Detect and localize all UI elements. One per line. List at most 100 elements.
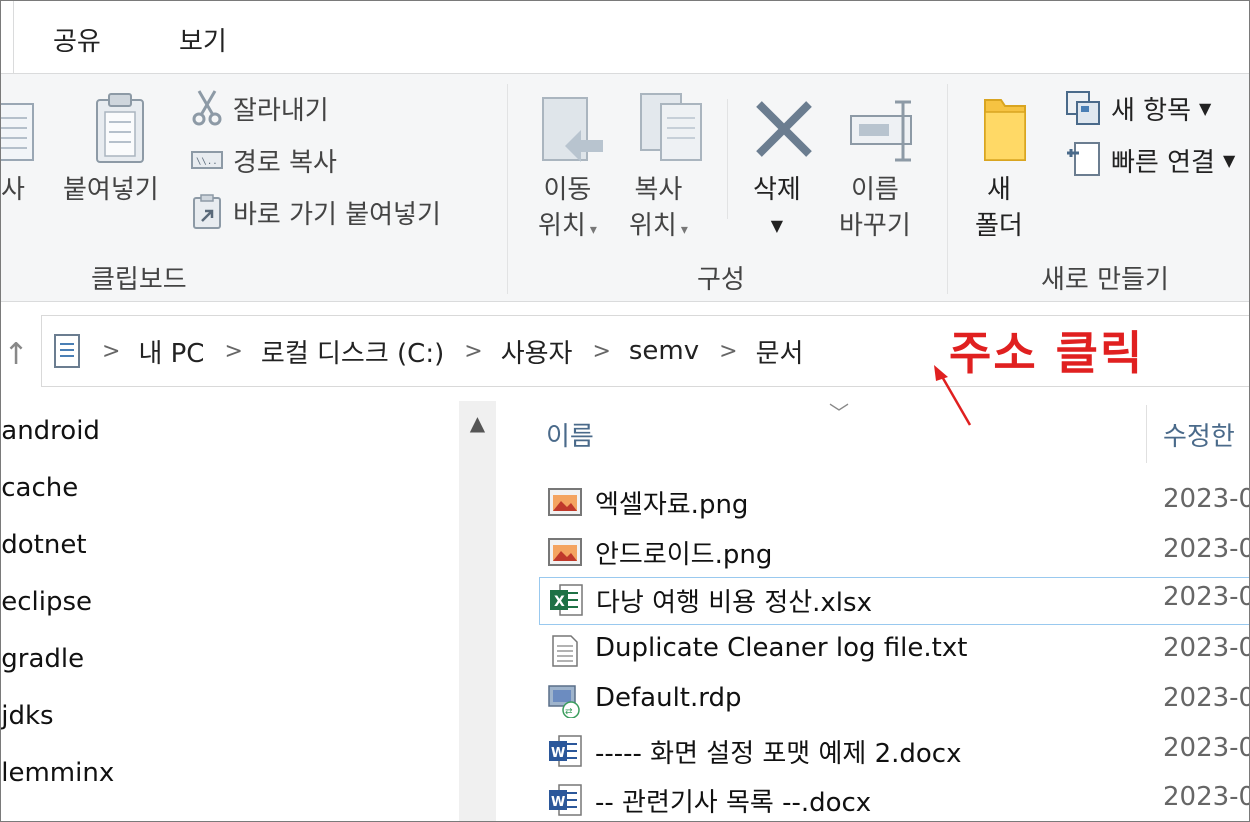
easy-access-button[interactable]: 빠른 연결 ▼ bbox=[1065, 140, 1235, 180]
tree-item-dotnet[interactable]: .dotnet bbox=[1, 530, 87, 560]
tree-item-cache[interactable]: .cache bbox=[1, 473, 78, 503]
breadcrumb: > 내 PC > 로컬 디스크 (C:) > 사용자 > semv > 문서 bbox=[52, 328, 803, 374]
tree-item-eclipse[interactable]: .eclipse bbox=[1, 587, 92, 617]
chevron-right-icon[interactable]: > bbox=[224, 339, 242, 364]
tree-item-gradle[interactable]: .gradle bbox=[1, 644, 84, 674]
new-folder-label: 새 폴더 bbox=[975, 172, 1023, 244]
copy-icon bbox=[1, 103, 34, 161]
chevron-right-icon[interactable]: > bbox=[464, 339, 482, 364]
organize-group-label: 구성 bbox=[697, 265, 745, 295]
chevron-down-icon: ▼ bbox=[770, 216, 784, 235]
paste-label: 붙여넣기 bbox=[63, 175, 159, 205]
tab-share[interactable]: 공유 bbox=[53, 21, 101, 58]
tab-view[interactable]: 보기 bbox=[179, 21, 227, 58]
copy-to-label: 복사 위치 ▾ bbox=[629, 172, 688, 248]
new-item-icon bbox=[1066, 91, 1100, 125]
breadcrumb-user-folder[interactable]: semv bbox=[629, 336, 699, 366]
breadcrumb-documents[interactable]: 문서 bbox=[756, 333, 804, 370]
file-date: 2023-0 bbox=[1163, 683, 1250, 713]
sort-chevron-icon[interactable]: ﹀ bbox=[829, 397, 849, 426]
annotation-label: 주소 클릭 bbox=[949, 326, 1145, 380]
svg-text:\\..: \\.. bbox=[196, 157, 218, 167]
chevron-right-icon[interactable]: > bbox=[719, 339, 737, 364]
rdp-file-icon: ⇄ bbox=[548, 685, 580, 718]
tree-item-lemminx[interactable]: .lemminx bbox=[1, 758, 114, 788]
copy-path-button[interactable]: \\.. 경로 복사 bbox=[191, 140, 337, 180]
file-row[interactable]: W -- 관련기사 목록 --.docx 2023-0 bbox=[539, 777, 1250, 821]
chevron-down-icon: ▼ bbox=[1222, 150, 1236, 170]
svg-text:W: W bbox=[551, 795, 565, 810]
image-file-icon bbox=[548, 488, 582, 516]
ribbon-separator bbox=[947, 84, 948, 294]
file-row-selected[interactable]: X 다낭 여행 비용 정산.xlsx 2023-0 bbox=[539, 577, 1250, 625]
easy-access-label: 빠른 연결 bbox=[1111, 147, 1215, 178]
word-file-icon: W bbox=[549, 784, 582, 816]
column-header-date[interactable]: 수정한 bbox=[1163, 416, 1235, 453]
breadcrumb-users[interactable]: 사용자 bbox=[501, 333, 573, 370]
column-divider[interactable] bbox=[1146, 405, 1147, 463]
column-header-name[interactable]: 이름 bbox=[546, 416, 594, 453]
document-location-icon bbox=[54, 334, 80, 368]
up-arrow-icon[interactable]: ↑ bbox=[1, 329, 31, 379]
file-name: -- 관련기사 목록 --.docx bbox=[595, 788, 872, 818]
ribbon-separator bbox=[727, 99, 728, 219]
annotation-arrow-icon bbox=[934, 365, 972, 426]
navigation-scrollbar[interactable]: ▲ bbox=[459, 401, 496, 821]
chevron-down-icon: ▾ bbox=[589, 222, 597, 238]
scroll-up-icon[interactable]: ▲ bbox=[459, 411, 496, 441]
ribbon: 사 붙여넣기 잘라내기 \\.. 경로 복사 바로 가기 붙여넣기 클립보드 이… bbox=[1, 74, 1249, 302]
scissors-icon bbox=[192, 90, 222, 126]
file-row[interactable]: ⇄ Default.rdp 2023-0 bbox=[539, 678, 1250, 724]
image-file-icon bbox=[548, 538, 582, 566]
file-date: 2023-0 bbox=[1163, 534, 1250, 564]
file-date: 2023-0 bbox=[1163, 484, 1250, 514]
copy-to-line2: 위치 bbox=[629, 211, 677, 241]
breadcrumb-this-pc[interactable]: 내 PC bbox=[138, 333, 204, 370]
breadcrumb-local-disk[interactable]: 로컬 디스크 (C:) bbox=[261, 333, 444, 370]
move-to-icon bbox=[542, 97, 603, 162]
file-row[interactable]: W ----- 화면 설정 포맷 예제 2.docx 2023-0 bbox=[539, 728, 1249, 774]
easy-access-icon bbox=[1067, 142, 1100, 176]
ribbon-tab-bar: 공유 보기 bbox=[1, 1, 1249, 74]
chevron-down-icon: ▾ bbox=[680, 222, 688, 238]
new-folder-line2: 폴더 bbox=[975, 211, 1023, 241]
copy-path-icon: \\.. bbox=[191, 151, 223, 169]
file-row[interactable]: 안드로이드.png 2023-0 bbox=[539, 529, 1250, 575]
file-row[interactable]: 엑셀자료.png 2023-0 bbox=[539, 479, 1250, 525]
clipboard-group-label: 클립보드 bbox=[91, 265, 187, 295]
ribbon-separator bbox=[507, 84, 508, 294]
file-name: 엑셀자료.png bbox=[595, 490, 749, 520]
paste-shortcut-label: 바로 가기 붙여넣기 bbox=[233, 199, 441, 230]
paste-shortcut-button[interactable]: 바로 가기 붙여넣기 bbox=[191, 192, 441, 232]
tab-home-edge[interactable] bbox=[1, 1, 14, 73]
text-file-icon bbox=[552, 635, 578, 667]
tree-item-android[interactable]: .android bbox=[1, 416, 100, 446]
file-name: Duplicate Cleaner log file.txt bbox=[595, 633, 968, 663]
copy-to-line1: 복사 bbox=[634, 175, 683, 205]
new-item-button[interactable]: 새 항목 ▼ bbox=[1065, 88, 1211, 128]
svg-text:W: W bbox=[551, 746, 565, 761]
file-row[interactable]: Duplicate Cleaner log file.txt 2023-0 bbox=[539, 628, 1250, 674]
file-date: 2023-0 bbox=[1163, 633, 1250, 663]
copy-label: 사 bbox=[1, 175, 25, 205]
file-date: 2023-0 bbox=[1163, 582, 1250, 612]
paste-shortcut-icon bbox=[193, 194, 221, 229]
rename-line1: 이름 bbox=[850, 175, 899, 205]
file-name: ----- 화면 설정 포맷 예제 2.docx bbox=[595, 739, 962, 769]
chevron-right-icon[interactable]: > bbox=[592, 339, 610, 364]
copy-to-icon bbox=[640, 93, 702, 161]
tree-item-jdks[interactable]: .jdks bbox=[1, 701, 54, 731]
move-to-label: 이동 위치 ▾ bbox=[538, 172, 597, 248]
new-folder-line1: 새 bbox=[986, 175, 1011, 205]
chevron-right-icon[interactable]: > bbox=[102, 339, 120, 364]
file-name: Default.rdp bbox=[595, 683, 742, 713]
rename-label: 이름 바꾸기 bbox=[839, 172, 911, 244]
delete-label: 삭제 ▼ bbox=[753, 172, 801, 244]
file-date: 2023-0 bbox=[1163, 782, 1250, 812]
delete-text: 삭제 bbox=[753, 175, 801, 205]
file-explorer-window: 공유 보기 사 붙여넣기 잘라내기 \\.. 경로 복사 바로 가기 붙여넣기 … bbox=[0, 0, 1250, 822]
clipboard-paste-icon bbox=[96, 93, 144, 163]
delete-x-icon bbox=[756, 101, 812, 157]
svg-text:X: X bbox=[554, 594, 565, 610]
cut-button[interactable]: 잘라내기 bbox=[191, 88, 329, 128]
